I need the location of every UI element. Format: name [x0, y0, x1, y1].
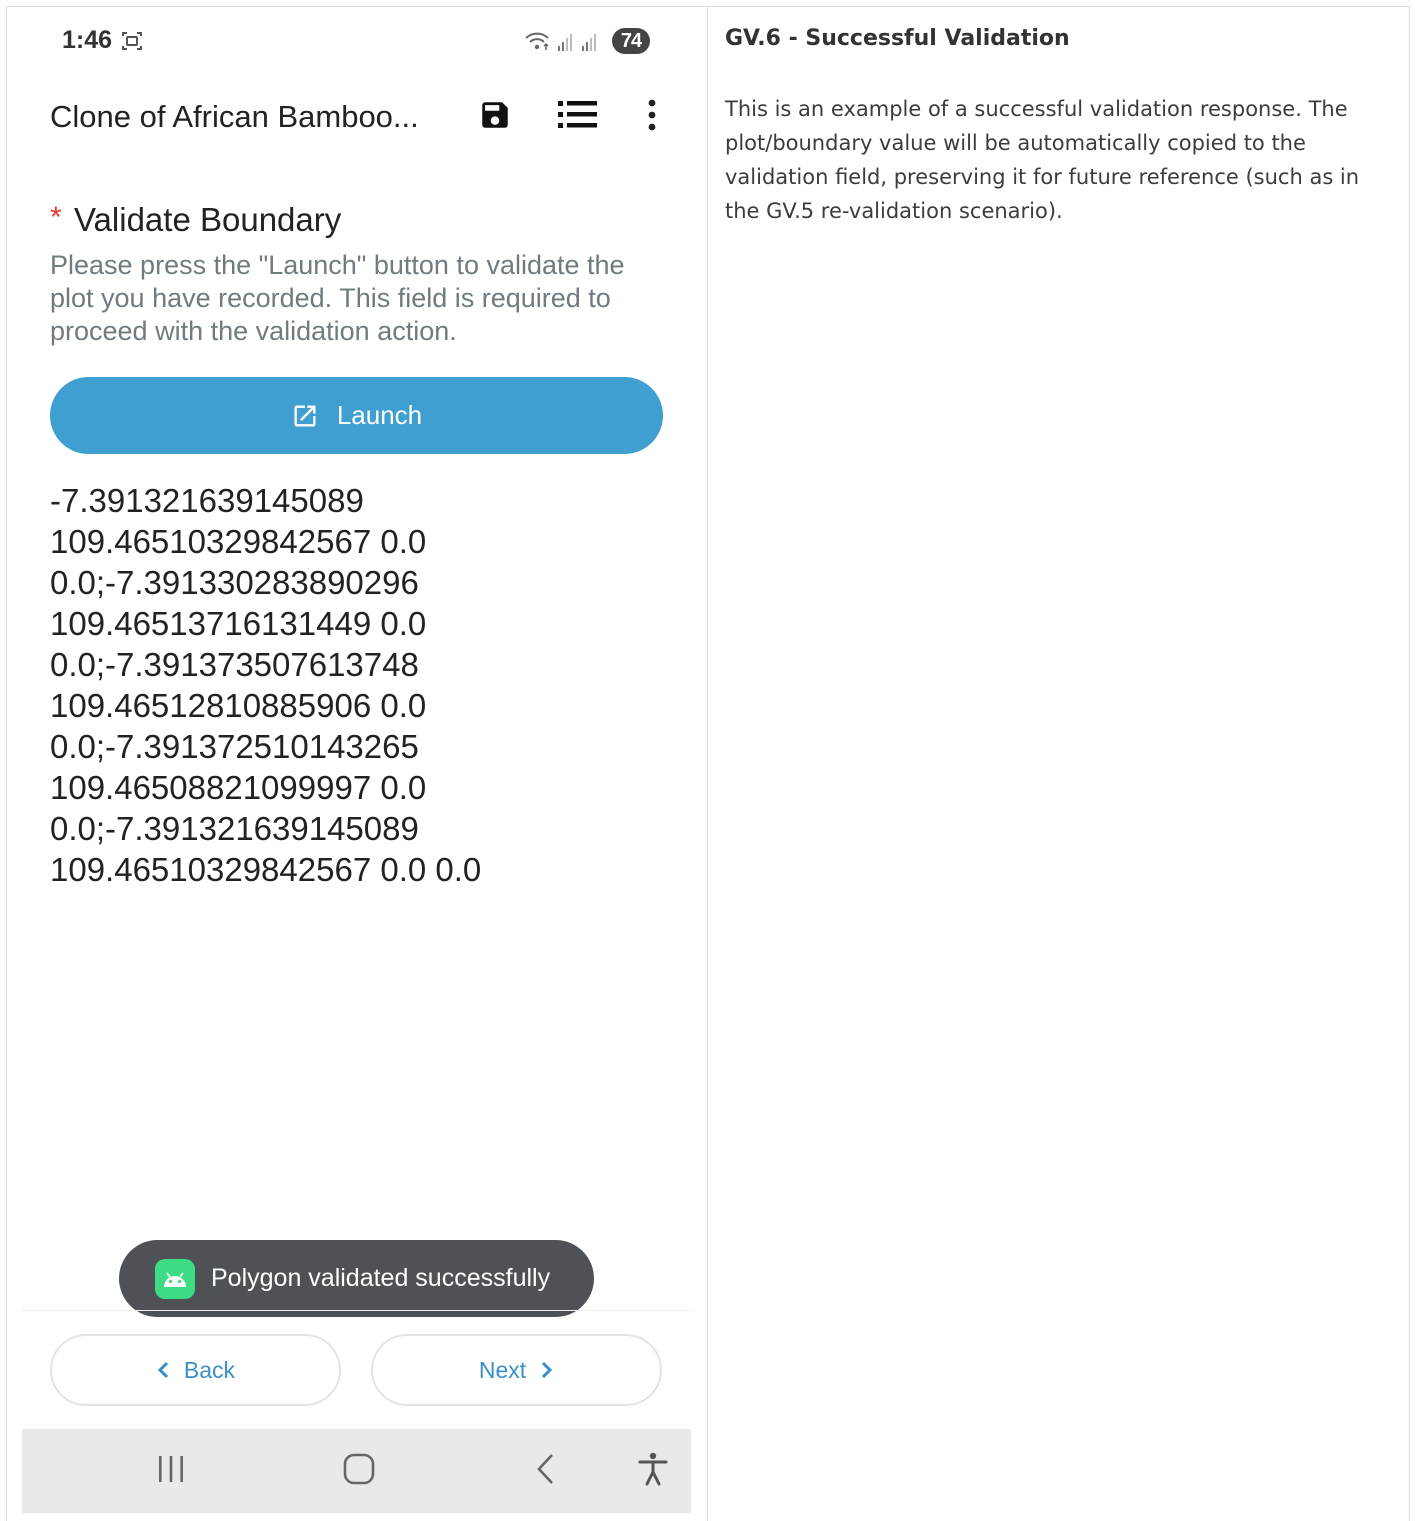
chevron-left-icon — [157, 1361, 168, 1379]
form-title: Clone of African Bamboo... — [50, 99, 419, 134]
description-title: GV.6 - Successful Validation — [725, 26, 1070, 51]
android-icon — [155, 1258, 195, 1299]
back-label: Back — [183, 1356, 236, 1383]
screenshot-icon — [122, 32, 142, 50]
next-label: Next — [478, 1356, 527, 1383]
battery-indicator: 74 — [612, 28, 650, 54]
phone-screenshot: 1:46 74 Clone of African Bamboo... * Val… — [22, 8, 691, 1513]
list-icon[interactable] — [557, 98, 599, 132]
open-external-icon — [294, 405, 316, 426]
back-nav-icon[interactable] — [534, 1451, 558, 1487]
panel-divider — [707, 6, 708, 1521]
signal-icons — [525, 32, 596, 51]
launch-button[interactable]: Launch — [50, 377, 663, 454]
overflow-menu-icon[interactable] — [644, 98, 660, 132]
accessibility-icon[interactable] — [637, 1451, 669, 1487]
status-time: 1:46 — [62, 26, 113, 54]
launch-label: Launch — [336, 400, 423, 430]
home-icon[interactable] — [342, 1451, 376, 1487]
back-button[interactable]: Back — [50, 1334, 341, 1406]
system-navigation-bar — [22, 1429, 691, 1513]
recent-apps-icon[interactable] — [156, 1451, 186, 1487]
toast: Polygon validated successfully — [119, 1240, 594, 1317]
toast-message: Polygon validated successfully — [211, 1264, 551, 1292]
field-label: Validate Boundary — [74, 201, 342, 238]
field-hint: Please press the "Launch" button to vali… — [50, 250, 625, 346]
chevron-right-icon — [542, 1361, 553, 1379]
required-marker: * — [50, 201, 62, 234]
save-icon[interactable] — [478, 98, 512, 132]
nav-separator — [22, 1310, 691, 1311]
next-button[interactable]: Next — [371, 1334, 662, 1406]
description-body: This is an example of a successful valid… — [725, 97, 1360, 223]
boundary-value: -7.391321639145089 109.46510329842567 0.… — [50, 482, 482, 888]
